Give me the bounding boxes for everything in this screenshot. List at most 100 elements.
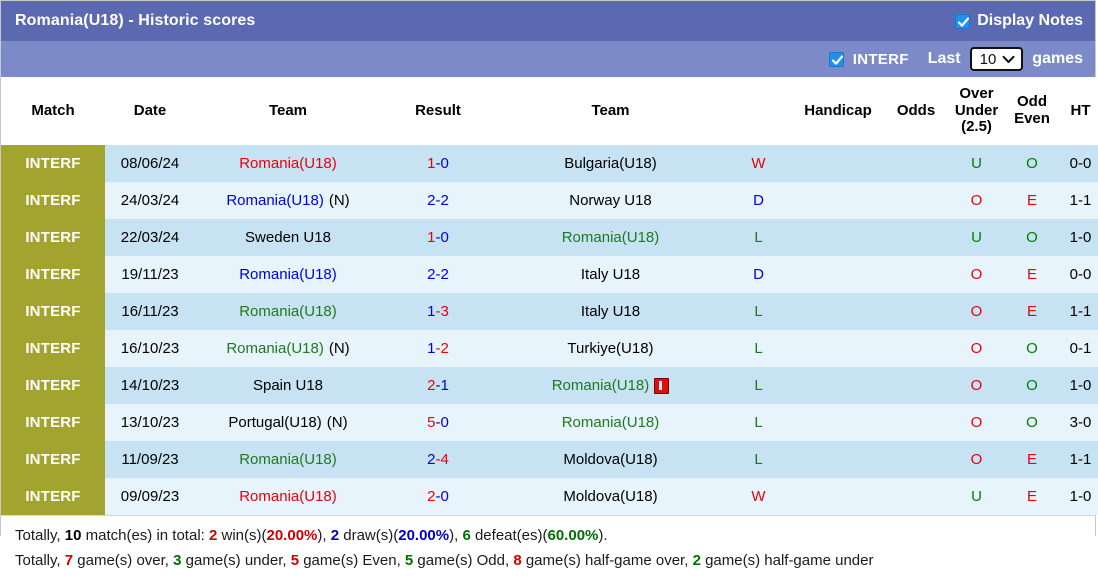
cell-league: INTERF <box>1 145 105 182</box>
team-name: Romania(U18) <box>562 229 660 246</box>
cell-home-team[interactable]: Portugal(U18) (N) <box>195 404 381 441</box>
col-header-home-team[interactable]: Team <box>195 77 381 145</box>
cell-home-team[interactable]: Romania(U18) <box>195 256 381 293</box>
cell-away-team[interactable]: Moldova(U18) <box>495 478 726 515</box>
cell-home-team[interactable]: Romania(U18) (N) <box>195 182 381 219</box>
chevron-down-icon <box>1002 55 1015 63</box>
cell-result[interactable]: 2-0 <box>381 478 495 515</box>
team-name: Romania(U18) <box>239 488 337 505</box>
cell-odd-even: O <box>1006 219 1058 256</box>
score-away: 1 <box>440 377 449 394</box>
cell-result[interactable]: 1-2 <box>381 330 495 367</box>
table-row[interactable]: INTERF 13/10/23 Portugal(U18) (N) 5-0 Romania… <box>1 404 1098 441</box>
cell-half-time-score: 1-1 <box>1058 441 1098 478</box>
cell-date: 13/10/23 <box>105 404 195 441</box>
s2-over: 7 <box>64 551 74 569</box>
cell-half-time-score: 1-1 <box>1058 293 1098 330</box>
table-row[interactable]: INTERF 08/06/24 Romania(U18) 1-0 Bulgaria(U1… <box>1 145 1098 182</box>
cell-result[interactable]: 2-1 <box>381 367 495 404</box>
oddeven-line2: Even <box>1014 110 1050 127</box>
cell-away-team[interactable]: Turkiye(U18) <box>495 330 726 367</box>
col-header-over-under-25[interactable]: Over Under (2.5) <box>947 77 1006 145</box>
score-home: 1 <box>427 303 436 320</box>
cell-away-team[interactable]: Romania(U18) <box>495 219 726 256</box>
col-header-match[interactable]: Match <box>1 77 105 145</box>
cell-result[interactable]: 2-2 <box>381 182 495 219</box>
cell-home-team[interactable]: Sweden U18 <box>195 219 381 256</box>
col-header-odd-even[interactable]: Odd Even <box>1006 77 1058 145</box>
cell-away-team[interactable]: Moldova(U18) <box>495 441 726 478</box>
cell-away-team[interactable]: Romania(U18) <box>495 367 726 404</box>
team-name: Portugal(U18) (N) <box>228 414 347 431</box>
cell-result[interactable]: 1-0 <box>381 145 495 182</box>
cell-date: 19/11/23 <box>105 256 195 293</box>
cell-away-team[interactable]: Italy U18 <box>495 256 726 293</box>
cell-league: INTERF <box>1 293 105 330</box>
score-away: 3 <box>440 303 449 320</box>
team-name: Romania(U18) (N) <box>226 192 349 209</box>
table-row[interactable]: INTERF 22/03/24 Sweden U18 1-0 Romania(U18) L… <box>1 219 1098 256</box>
cell-over-under-25: U <box>947 478 1006 515</box>
red-card-icon <box>654 377 670 394</box>
cell-away-team[interactable]: Norway U18 <box>495 182 726 219</box>
cell-over-under-25: U <box>947 219 1006 256</box>
team-label: Romania(U18) <box>239 155 337 172</box>
score-away: 0 <box>440 414 449 431</box>
cell-half-time-score: 3-0 <box>1058 404 1098 441</box>
display-notes-control[interactable]: Display Notes <box>955 12 1083 30</box>
table-row[interactable]: INTERF 16/10/23 Romania(U18) (N) 1-2 Turkiye(… <box>1 330 1098 367</box>
col-header-handicap[interactable]: Handicap <box>791 77 885 145</box>
s1-t4: draw(s)( <box>339 527 399 544</box>
cell-result[interactable]: 2-4 <box>381 441 495 478</box>
col-header-half-time[interactable]: HT <box>1058 77 1098 145</box>
cell-outcome: D <box>726 256 791 293</box>
cell-date: 24/03/24 <box>105 182 195 219</box>
cell-league: INTERF <box>1 182 105 219</box>
col-header-date[interactable]: Date <box>105 77 195 145</box>
col-header-outcome <box>726 77 791 145</box>
table-row[interactable]: INTERF 19/11/23 Romania(U18) 2-2 Italy U18 D O… <box>1 256 1098 293</box>
cell-result[interactable]: 1-0 <box>381 219 495 256</box>
cell-odd-even: O <box>1006 330 1058 367</box>
table-row[interactable]: INTERF 24/03/24 Romania(U18) (N) 2-2 Norway U… <box>1 182 1098 219</box>
score-home: 1 <box>427 229 436 246</box>
cell-result[interactable]: 1-3 <box>381 293 495 330</box>
cell-away-team[interactable]: Italy U18 <box>495 293 726 330</box>
cell-result[interactable]: 2-2 <box>381 256 495 293</box>
table-row[interactable]: INTERF 14/10/23 Spain U18 2-1 Romania(U18) L O… <box>1 367 1098 404</box>
cell-over-under-25: O <box>947 441 1006 478</box>
games-count-select[interactable]: 10 <box>969 47 1024 71</box>
cell-away-team[interactable]: Bulgaria(U18) <box>495 145 726 182</box>
cell-home-team[interactable]: Romania(U18) (N) <box>195 330 381 367</box>
table-row[interactable]: INTERF 09/09/23 Romania(U18) 2-0 Moldova(U18… <box>1 478 1098 515</box>
cell-over-under-25: O <box>947 182 1006 219</box>
team-label: Romania(U18) <box>226 340 324 357</box>
cell-half-time-score: 0-0 <box>1058 145 1098 182</box>
cell-home-team[interactable]: Romania(U18) <box>195 293 381 330</box>
cell-home-team[interactable]: Spain U18 <box>195 367 381 404</box>
cell-home-team[interactable]: Romania(U18) <box>195 145 381 182</box>
interf-checkbox[interactable] <box>828 51 844 67</box>
cell-home-team[interactable]: Romania(U18) <box>195 441 381 478</box>
score-home: 1 <box>427 340 436 357</box>
cell-odds <box>885 145 947 182</box>
cell-outcome: L <box>726 404 791 441</box>
team-name: Italy U18 <box>581 266 640 283</box>
col-header-result[interactable]: Result <box>381 77 495 145</box>
cell-result[interactable]: 5-0 <box>381 404 495 441</box>
score-home: 2 <box>427 192 436 209</box>
col-header-odds[interactable]: Odds <box>885 77 947 145</box>
score-away: 4 <box>440 451 449 468</box>
col-header-away-team[interactable]: Team <box>495 77 726 145</box>
cell-away-team[interactable]: Romania(U18) <box>495 404 726 441</box>
cell-odd-even: E <box>1006 182 1058 219</box>
cell-home-team[interactable]: Romania(U18) <box>195 478 381 515</box>
s2-halfgame-over: 8 <box>513 551 522 569</box>
display-notes-checkbox[interactable] <box>955 13 971 29</box>
cell-odds <box>885 330 947 367</box>
table-row[interactable]: INTERF 16/11/23 Romania(U18) 1-3 Italy U18 L O… <box>1 293 1098 330</box>
check-icon <box>831 55 843 65</box>
cell-odd-even: O <box>1006 145 1058 182</box>
cell-handicap <box>791 145 885 182</box>
table-row[interactable]: INTERF 11/09/23 Romania(U18) 2-4 Moldova(U18… <box>1 441 1098 478</box>
